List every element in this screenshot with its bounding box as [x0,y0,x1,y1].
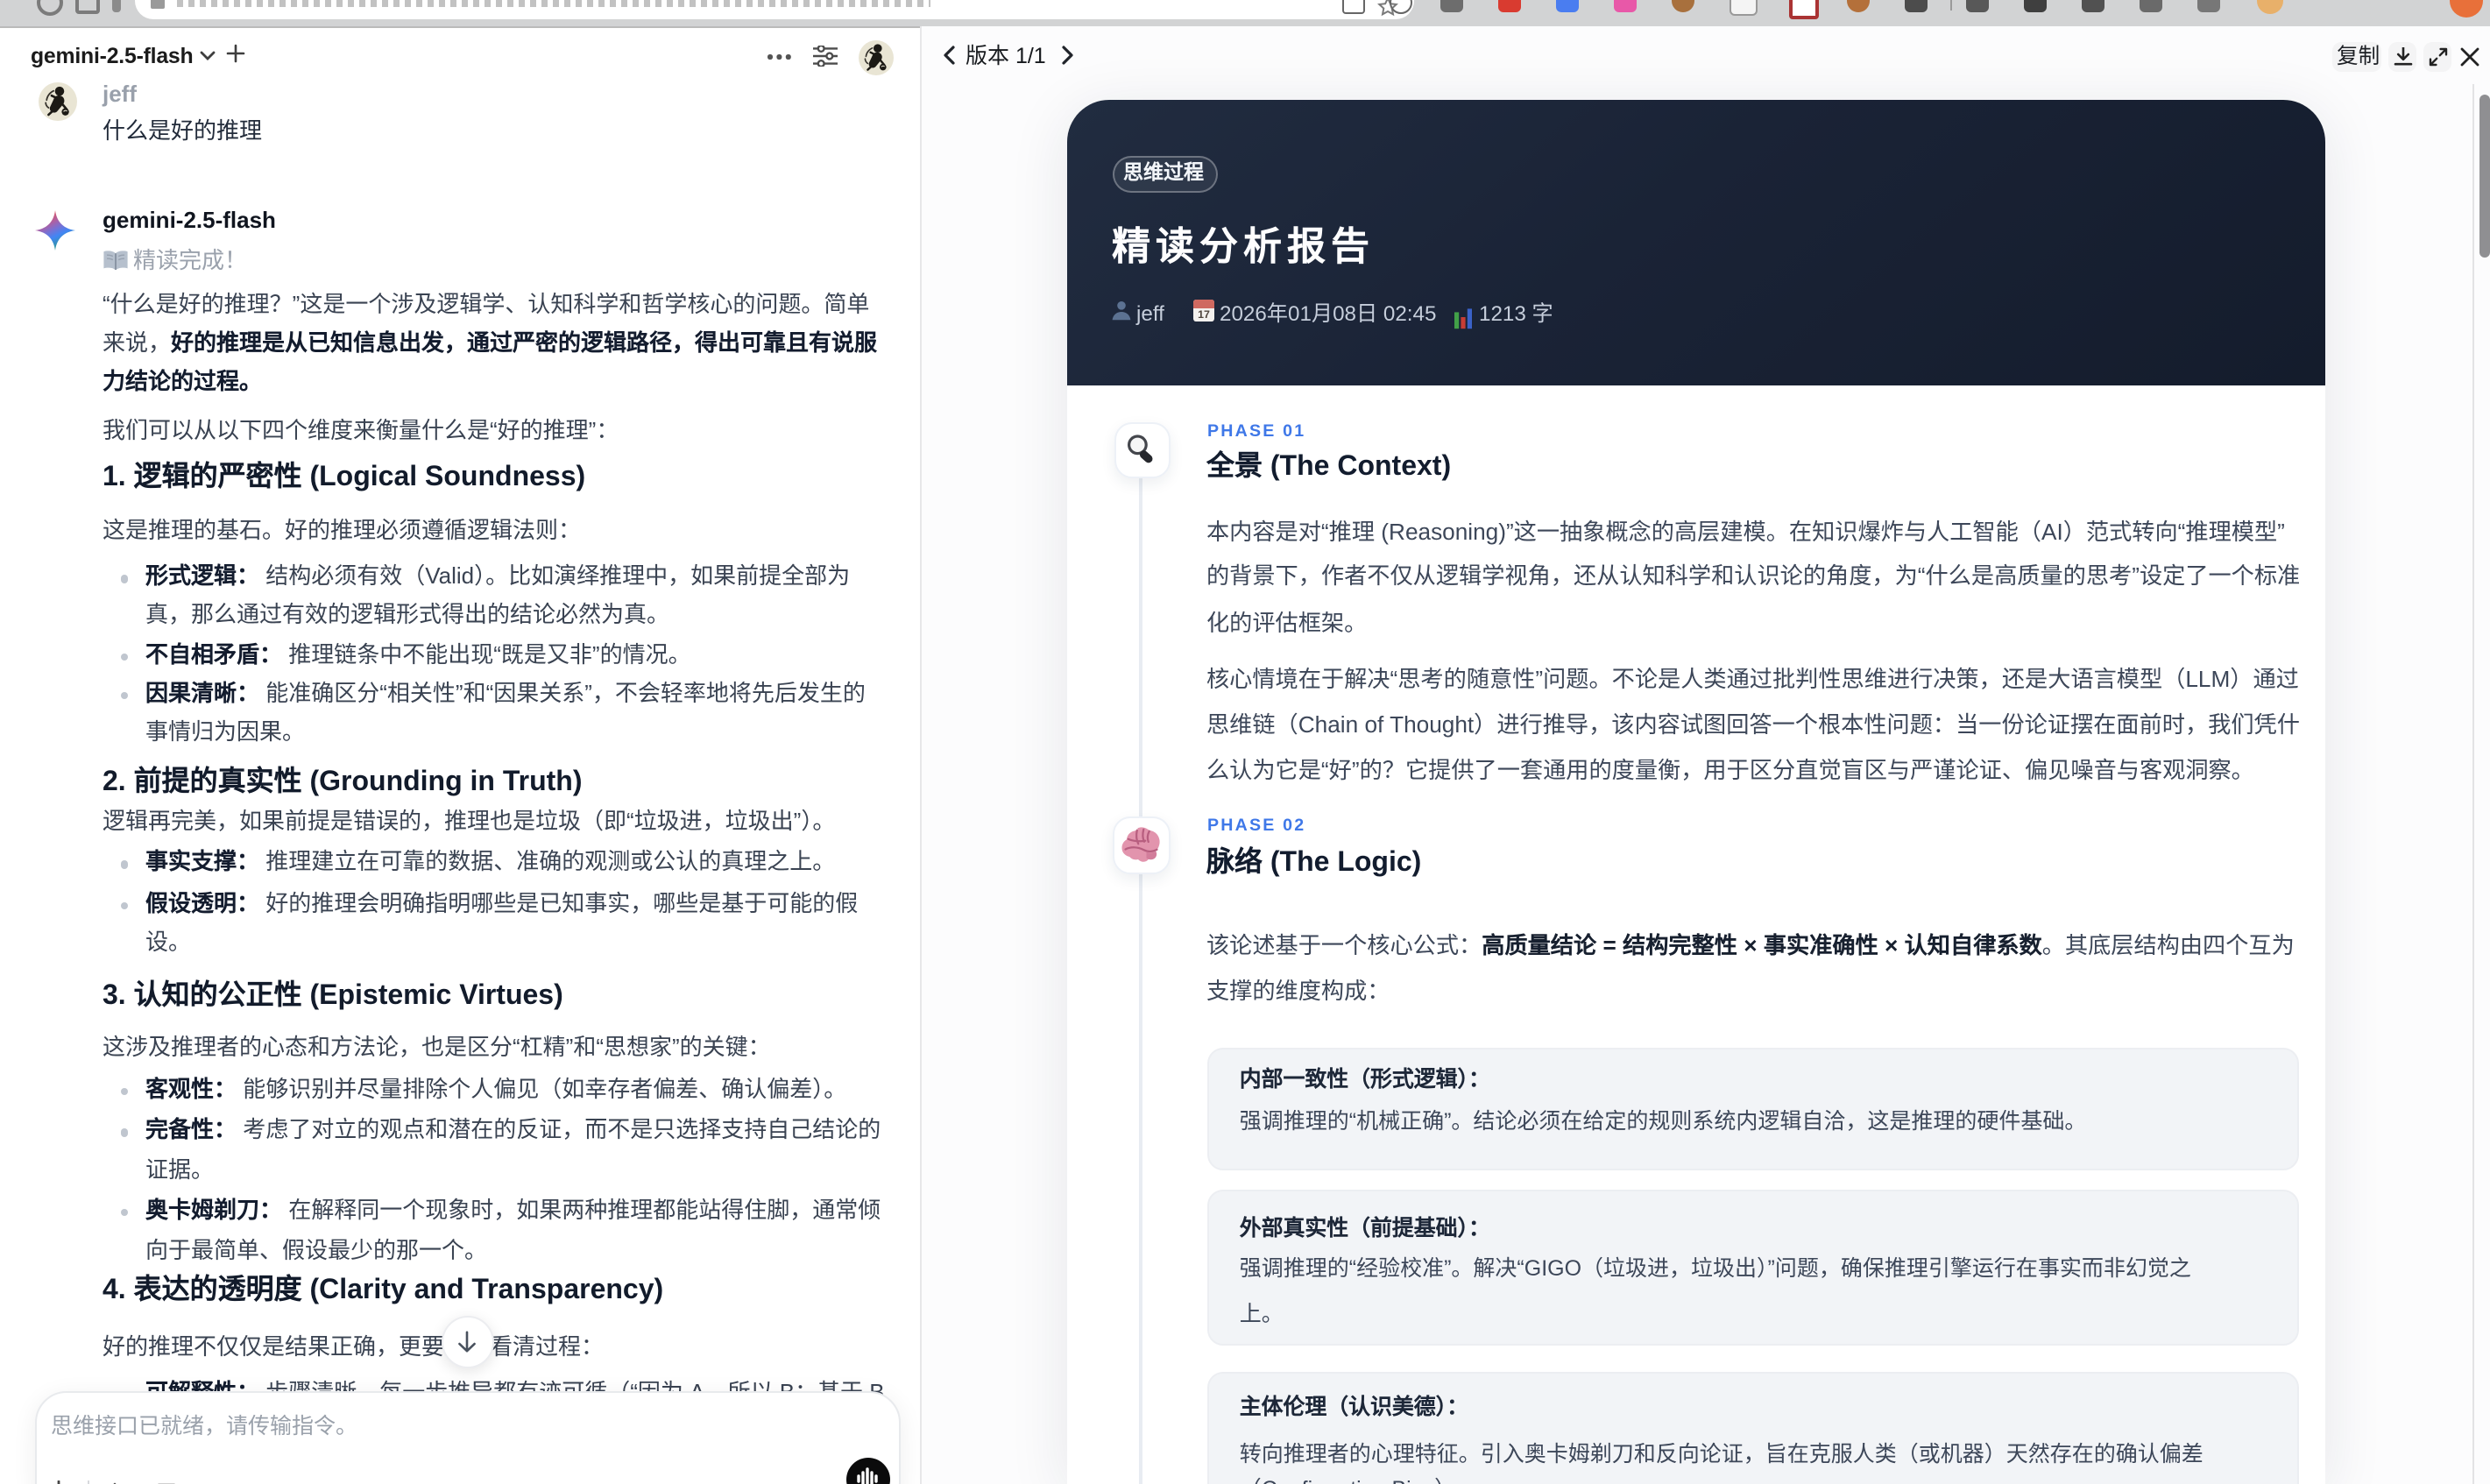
svg-text:17: 17 [1198,308,1210,321]
